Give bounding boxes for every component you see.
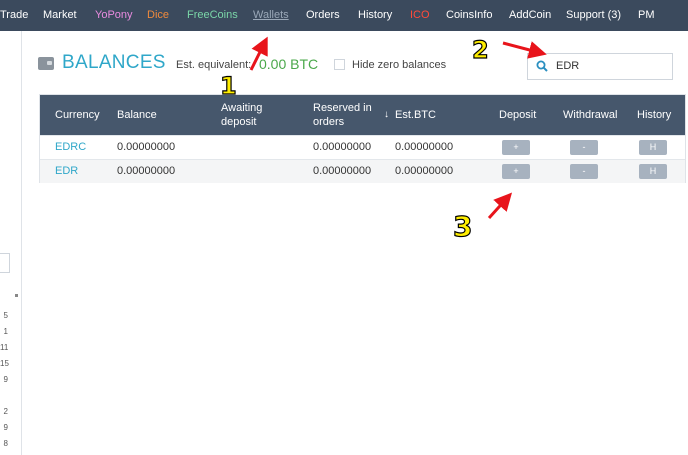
nav-market[interactable]: Market (43, 0, 77, 31)
nav-freecoins[interactable]: FreeCoins (187, 0, 238, 31)
sidebar-dot (15, 294, 18, 297)
hide-zero-label[interactable]: Hide zero balances (352, 59, 446, 71)
withdrawal-button[interactable]: - (570, 164, 598, 179)
est-equivalent-value: 0.00 BTC (259, 56, 319, 72)
search-input[interactable]: EDR (527, 53, 673, 80)
page-title: BALANCES (62, 52, 166, 73)
nav-support[interactable]: Support (3) (566, 0, 621, 31)
hide-zero-checkbox[interactable] (334, 59, 345, 70)
nav-dice[interactable]: Dice (147, 0, 169, 31)
balances-table: Currency Balance Awaiting deposit Reserv… (39, 94, 686, 183)
header-awaiting-line1[interactable]: Awaiting (221, 101, 262, 115)
annotation-number-1: 1 (219, 71, 237, 100)
sidebar-number: 15 (0, 359, 9, 368)
search-value: EDR (556, 60, 580, 72)
est-btc-cell: 0.00000000 (395, 141, 454, 153)
header-reserved-line1[interactable]: Reserved in (313, 101, 372, 115)
sidebar-number: 2 (3, 407, 8, 416)
table-row: EDR 0.00000000 0.00000000 0.00000000 + -… (40, 159, 685, 183)
table-header: Currency Balance Awaiting deposit Reserv… (40, 95, 685, 135)
est-equivalent-label: Est. equivalent: (176, 59, 252, 71)
arrow-to-search (502, 41, 547, 59)
header-awaiting-line2[interactable]: deposit (221, 115, 256, 129)
est-btc-cell: 0.00000000 (395, 165, 454, 177)
header-reserved-line2[interactable]: orders (313, 115, 344, 129)
header-deposit: Deposit (499, 109, 537, 121)
table-row: EDRC 0.00000000 0.00000000 0.00000000 + … (40, 135, 685, 159)
top-nav: Trade Market YoPony Dice FreeCoins Walle… (0, 0, 688, 31)
balance-cell: 0.00000000 (117, 141, 176, 153)
balance-cell: 0.00000000 (117, 165, 176, 177)
sidebar-number: 8 (3, 439, 8, 448)
history-button[interactable]: H (639, 164, 667, 179)
sidebar-number: 1 (3, 327, 8, 336)
search-icon (536, 60, 548, 72)
withdrawal-button[interactable]: - (570, 140, 598, 155)
sidebar-number: 9 (3, 375, 8, 384)
nav-history[interactable]: History (358, 0, 392, 31)
arrow-to-deposit (487, 192, 513, 220)
deposit-button[interactable]: + (502, 164, 530, 179)
nav-coinsinfo[interactable]: CoinsInfo (446, 0, 492, 31)
header-currency[interactable]: Currency (55, 108, 100, 122)
reserved-cell: 0.00000000 (313, 141, 372, 153)
header-est-btc[interactable]: Est.BTC (395, 108, 436, 122)
sort-arrow-icon[interactable]: ↓ (384, 108, 389, 122)
annotation-number-2: 2 (471, 35, 489, 64)
nav-pm[interactable]: PM (638, 0, 655, 31)
wallet-icon (38, 57, 54, 70)
reserved-cell: 0.00000000 (313, 165, 372, 177)
nav-yopony[interactable]: YoPony (95, 0, 133, 31)
sidebar-number: 11 (0, 343, 9, 352)
annotation-number-3: 3 (452, 209, 473, 243)
sidebar-number: 9 (3, 423, 8, 432)
sidebar-input[interactable] (0, 253, 10, 273)
currency-link[interactable]: EDR (55, 165, 78, 177)
left-sidebar: 5 1 11 15 9 2 9 8 (0, 31, 22, 455)
nav-wallets[interactable]: Wallets (253, 0, 289, 31)
history-button[interactable]: H (639, 140, 667, 155)
deposit-button[interactable]: + (502, 140, 530, 155)
header-balance[interactable]: Balance (117, 108, 157, 122)
nav-ico[interactable]: ICO (410, 0, 430, 31)
nav-orders[interactable]: Orders (306, 0, 340, 31)
sidebar-number: 5 (3, 311, 8, 320)
header-history: History (637, 109, 672, 121)
currency-link[interactable]: EDRC (55, 141, 86, 153)
header-withdrawal: Withdrawal (563, 109, 618, 121)
nav-trade[interactable]: Trade (0, 0, 28, 31)
nav-addcoin[interactable]: AddCoin (509, 0, 551, 31)
